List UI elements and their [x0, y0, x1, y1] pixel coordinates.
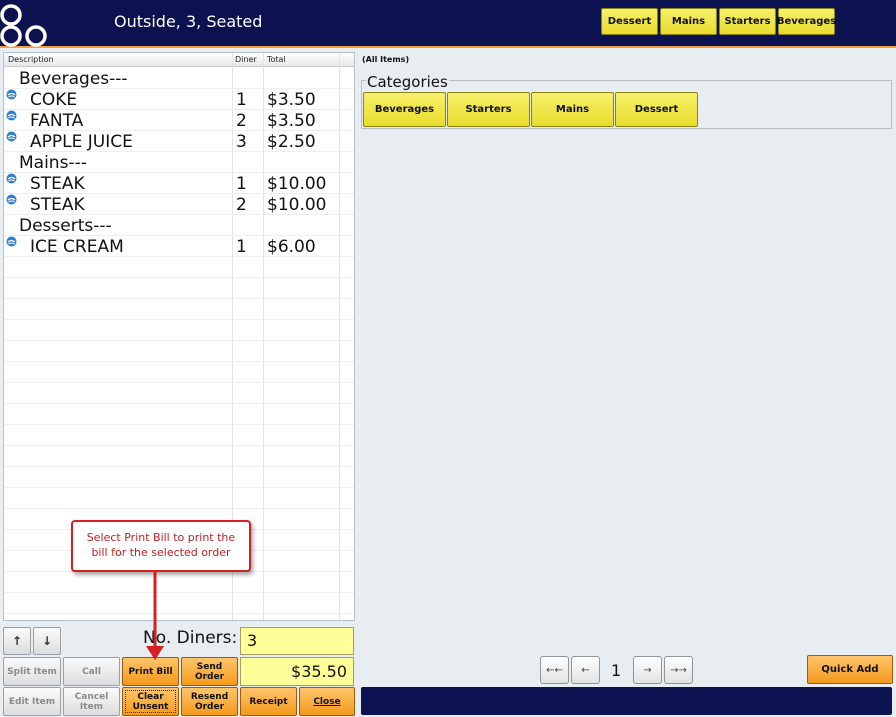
row-diner: 1	[236, 174, 247, 194]
categories-title: Categories	[366, 73, 449, 91]
first-page-icon: ←←	[546, 664, 563, 676]
category-dessert-button[interactable]: Dessert	[615, 92, 698, 127]
row-total: $10.00	[267, 174, 327, 194]
empty-row	[4, 320, 354, 341]
row-description: STEAK	[30, 174, 85, 194]
scroll-up-button[interactable]: ↑	[3, 627, 31, 655]
empty-row	[4, 572, 354, 593]
top-category-starters[interactable]: Starters	[719, 8, 776, 35]
row-description: COKE	[30, 90, 78, 110]
diners-field[interactable]: 3	[240, 627, 354, 655]
next-page-icon: →	[643, 664, 652, 676]
row-total: $3.50	[267, 90, 316, 110]
row-diner: 1	[236, 90, 247, 110]
call-button[interactable]: Call	[63, 657, 120, 686]
brand-logo	[0, 4, 47, 47]
empty-row	[4, 593, 354, 614]
close-button[interactable]: Close	[299, 687, 355, 716]
row-description: STEAK	[30, 195, 85, 215]
empty-row	[4, 446, 354, 467]
filter-label: (All Items)	[362, 55, 410, 64]
row-total: $3.50	[267, 111, 316, 131]
order-item-row[interactable]: FANTA 2 $3.50	[4, 110, 354, 131]
empty-row	[4, 341, 354, 362]
category-mains-button[interactable]: Mains	[531, 92, 614, 127]
row-description: ICE CREAM	[30, 237, 124, 257]
column-total[interactable]: Total	[267, 55, 286, 64]
sent-item-icon	[6, 173, 17, 184]
row-total: $6.00	[267, 237, 316, 257]
column-description[interactable]: Description	[8, 55, 54, 64]
empty-row	[4, 299, 354, 320]
row-description: Desserts---	[19, 216, 112, 236]
row-diner: 2	[236, 195, 247, 215]
empty-row	[4, 425, 354, 446]
order-list-header: Description Diner Total	[4, 53, 354, 67]
next-page-button[interactable]: →	[633, 656, 662, 684]
row-total: $2.50	[267, 132, 316, 152]
row-description: Beverages---	[19, 69, 128, 89]
clear-unsent-button[interactable]: Clear Unsent	[122, 687, 179, 716]
page-number: 1	[611, 661, 622, 680]
prev-page-icon: ←	[581, 664, 590, 676]
window-title: Outside, 3, Seated	[114, 12, 263, 31]
prev-page-button[interactable]: ←	[571, 656, 600, 684]
sent-item-icon	[6, 110, 17, 121]
order-item-row[interactable]: APPLE JUICE 3 $2.50	[4, 131, 354, 152]
row-diner: 1	[236, 237, 247, 257]
order-item-row[interactable]: ICE CREAM 1 $6.00	[4, 236, 354, 257]
category-beverages-button[interactable]: Beverages	[363, 92, 446, 127]
empty-row	[4, 404, 354, 425]
column-diner[interactable]: Diner	[235, 55, 257, 64]
quick-add-button[interactable]: Quick Add	[807, 655, 893, 684]
empty-row	[4, 383, 354, 404]
order-total: $35.50	[240, 657, 354, 686]
callout-arrow-icon	[146, 572, 164, 660]
arrow-up-icon: ↑	[11, 634, 23, 648]
row-diner: 2	[236, 111, 247, 131]
top-category-mains[interactable]: Mains	[660, 8, 717, 35]
order-group-row[interactable]: Beverages---	[4, 68, 354, 89]
edit-item-button[interactable]: Edit Item	[3, 687, 61, 716]
order-item-row[interactable]: COKE 1 $3.50	[4, 89, 354, 110]
category-starters-button[interactable]: Starters	[447, 92, 530, 127]
top-category-dessert[interactable]: Dessert	[601, 8, 658, 35]
empty-row	[4, 257, 354, 278]
empty-row	[4, 488, 354, 509]
empty-row	[4, 614, 354, 620]
scroll-down-button[interactable]: ↓	[33, 627, 61, 655]
sent-item-icon	[6, 236, 17, 247]
row-total: $10.00	[267, 195, 327, 215]
order-group-row[interactable]: Desserts---	[4, 215, 354, 236]
empty-row	[4, 467, 354, 488]
row-description: FANTA	[30, 111, 84, 131]
order-group-row[interactable]: Mains---	[4, 152, 354, 173]
row-description: APPLE JUICE	[30, 132, 133, 152]
cancel-item-button[interactable]: Cancel Item	[63, 687, 120, 716]
order-item-row[interactable]: STEAK 2 $10.00	[4, 194, 354, 215]
first-page-button[interactable]: ←←	[540, 656, 569, 684]
empty-row	[4, 362, 354, 383]
arrow-down-icon: ↓	[41, 634, 53, 648]
empty-row	[4, 278, 354, 299]
split-item-button[interactable]: Split Item	[3, 657, 61, 686]
order-item-row[interactable]: STEAK 1 $10.00	[4, 173, 354, 194]
send-order-button[interactable]: Send Order	[181, 657, 238, 686]
footer-bar	[361, 687, 892, 715]
last-page-button[interactable]: →→	[664, 656, 693, 684]
sent-item-icon	[6, 89, 17, 100]
top-category-beverages[interactable]: Beverages	[777, 8, 836, 35]
row-description: Mains---	[19, 153, 87, 173]
callout-annotation: Select Print Bill to print the bill for …	[71, 520, 251, 572]
row-diner: 3	[236, 132, 247, 152]
sent-item-icon	[6, 194, 17, 205]
sent-item-icon	[6, 131, 17, 142]
resend-order-button[interactable]: Resend Order	[181, 687, 238, 716]
last-page-icon: →→	[670, 664, 687, 676]
receipt-button[interactable]: Receipt	[240, 687, 297, 716]
